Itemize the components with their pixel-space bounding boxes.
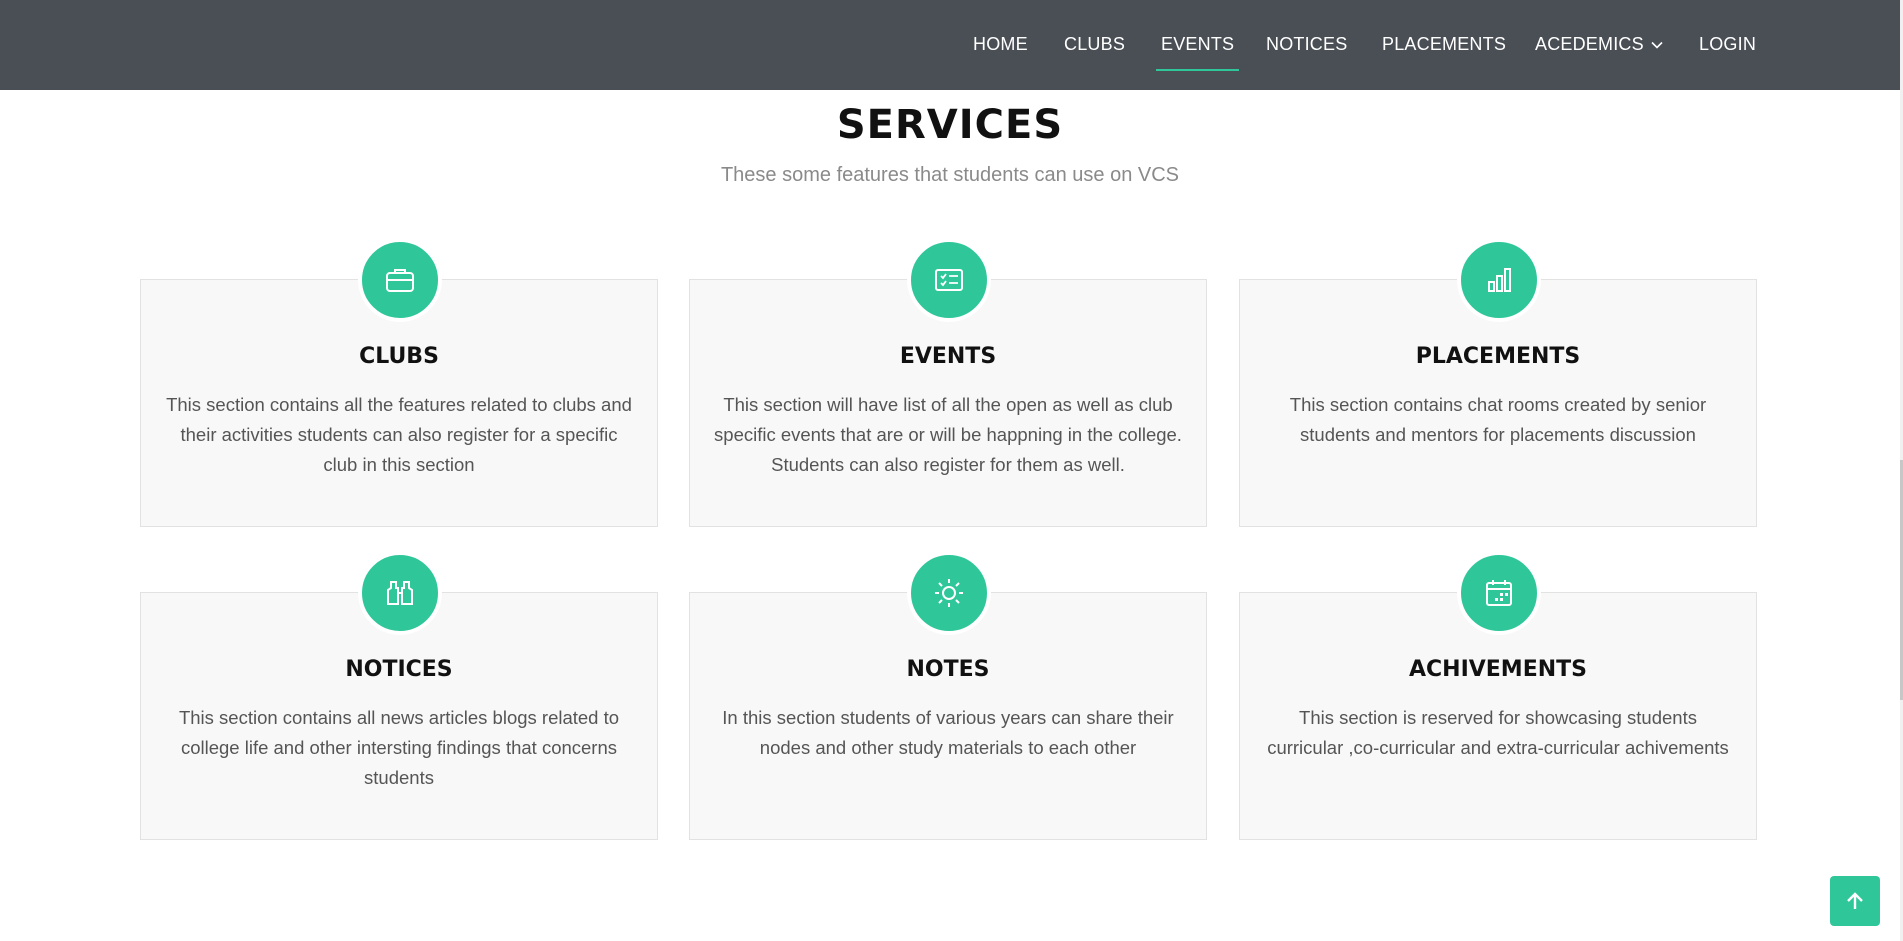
nav-login[interactable]: LOGIN (1699, 34, 1756, 55)
card-title: EVENTS (899, 344, 997, 369)
nav-notices[interactable]: NOTICES (1266, 34, 1347, 55)
card-title: NOTICES (345, 657, 453, 682)
card-description: This section contains chat rooms created… (1289, 394, 1707, 445)
briefcase-icon (358, 238, 442, 322)
nav-clubs[interactable]: CLUBS (1064, 34, 1125, 55)
arrow-up-icon (1847, 892, 1863, 909)
binoculars-icon (358, 551, 442, 635)
nav-menu: HOME CLUBS EVENTS NOTICES PLACEMENTS ACE… (0, 0, 1903, 90)
nav-home[interactable]: HOME (973, 34, 1028, 55)
brightness-icon (907, 551, 991, 635)
nav-events[interactable]: EVENTS (1155, 34, 1240, 71)
navbar: HOME CLUBS EVENTS NOTICES PLACEMENTS ACE… (0, 0, 1903, 90)
nav-acedemics[interactable]: ACEDEMICS (1535, 34, 1664, 55)
section-title: SERVICES (836, 102, 1064, 148)
bar-chart-icon (1457, 238, 1541, 322)
card-title: NOTES (906, 657, 990, 682)
back-to-top-button[interactable] (1830, 876, 1880, 926)
card-description: This section will have list of all the o… (714, 394, 1182, 475)
card-description: This section contains all the features r… (166, 394, 632, 475)
chevron-down-icon (1651, 42, 1663, 49)
nav-placements[interactable]: PLACEMENTS (1382, 34, 1506, 55)
section-subtitle: These some features that students can us… (720, 164, 1180, 186)
card-title: ACHIVEMENTS (1408, 657, 1587, 682)
card-description: This section is reserved for showcasing … (1267, 707, 1729, 758)
card-description: This section contains all news articles … (178, 707, 620, 788)
card-checklist-icon (907, 238, 991, 322)
card-description: In this section students of various year… (722, 707, 1174, 758)
card-title: PLACEMENTS (1415, 344, 1581, 369)
card-title: CLUBS (359, 344, 439, 369)
calendar-icon (1457, 551, 1541, 635)
nav-acedemics-label: ACEDEMICS (1535, 34, 1644, 54)
